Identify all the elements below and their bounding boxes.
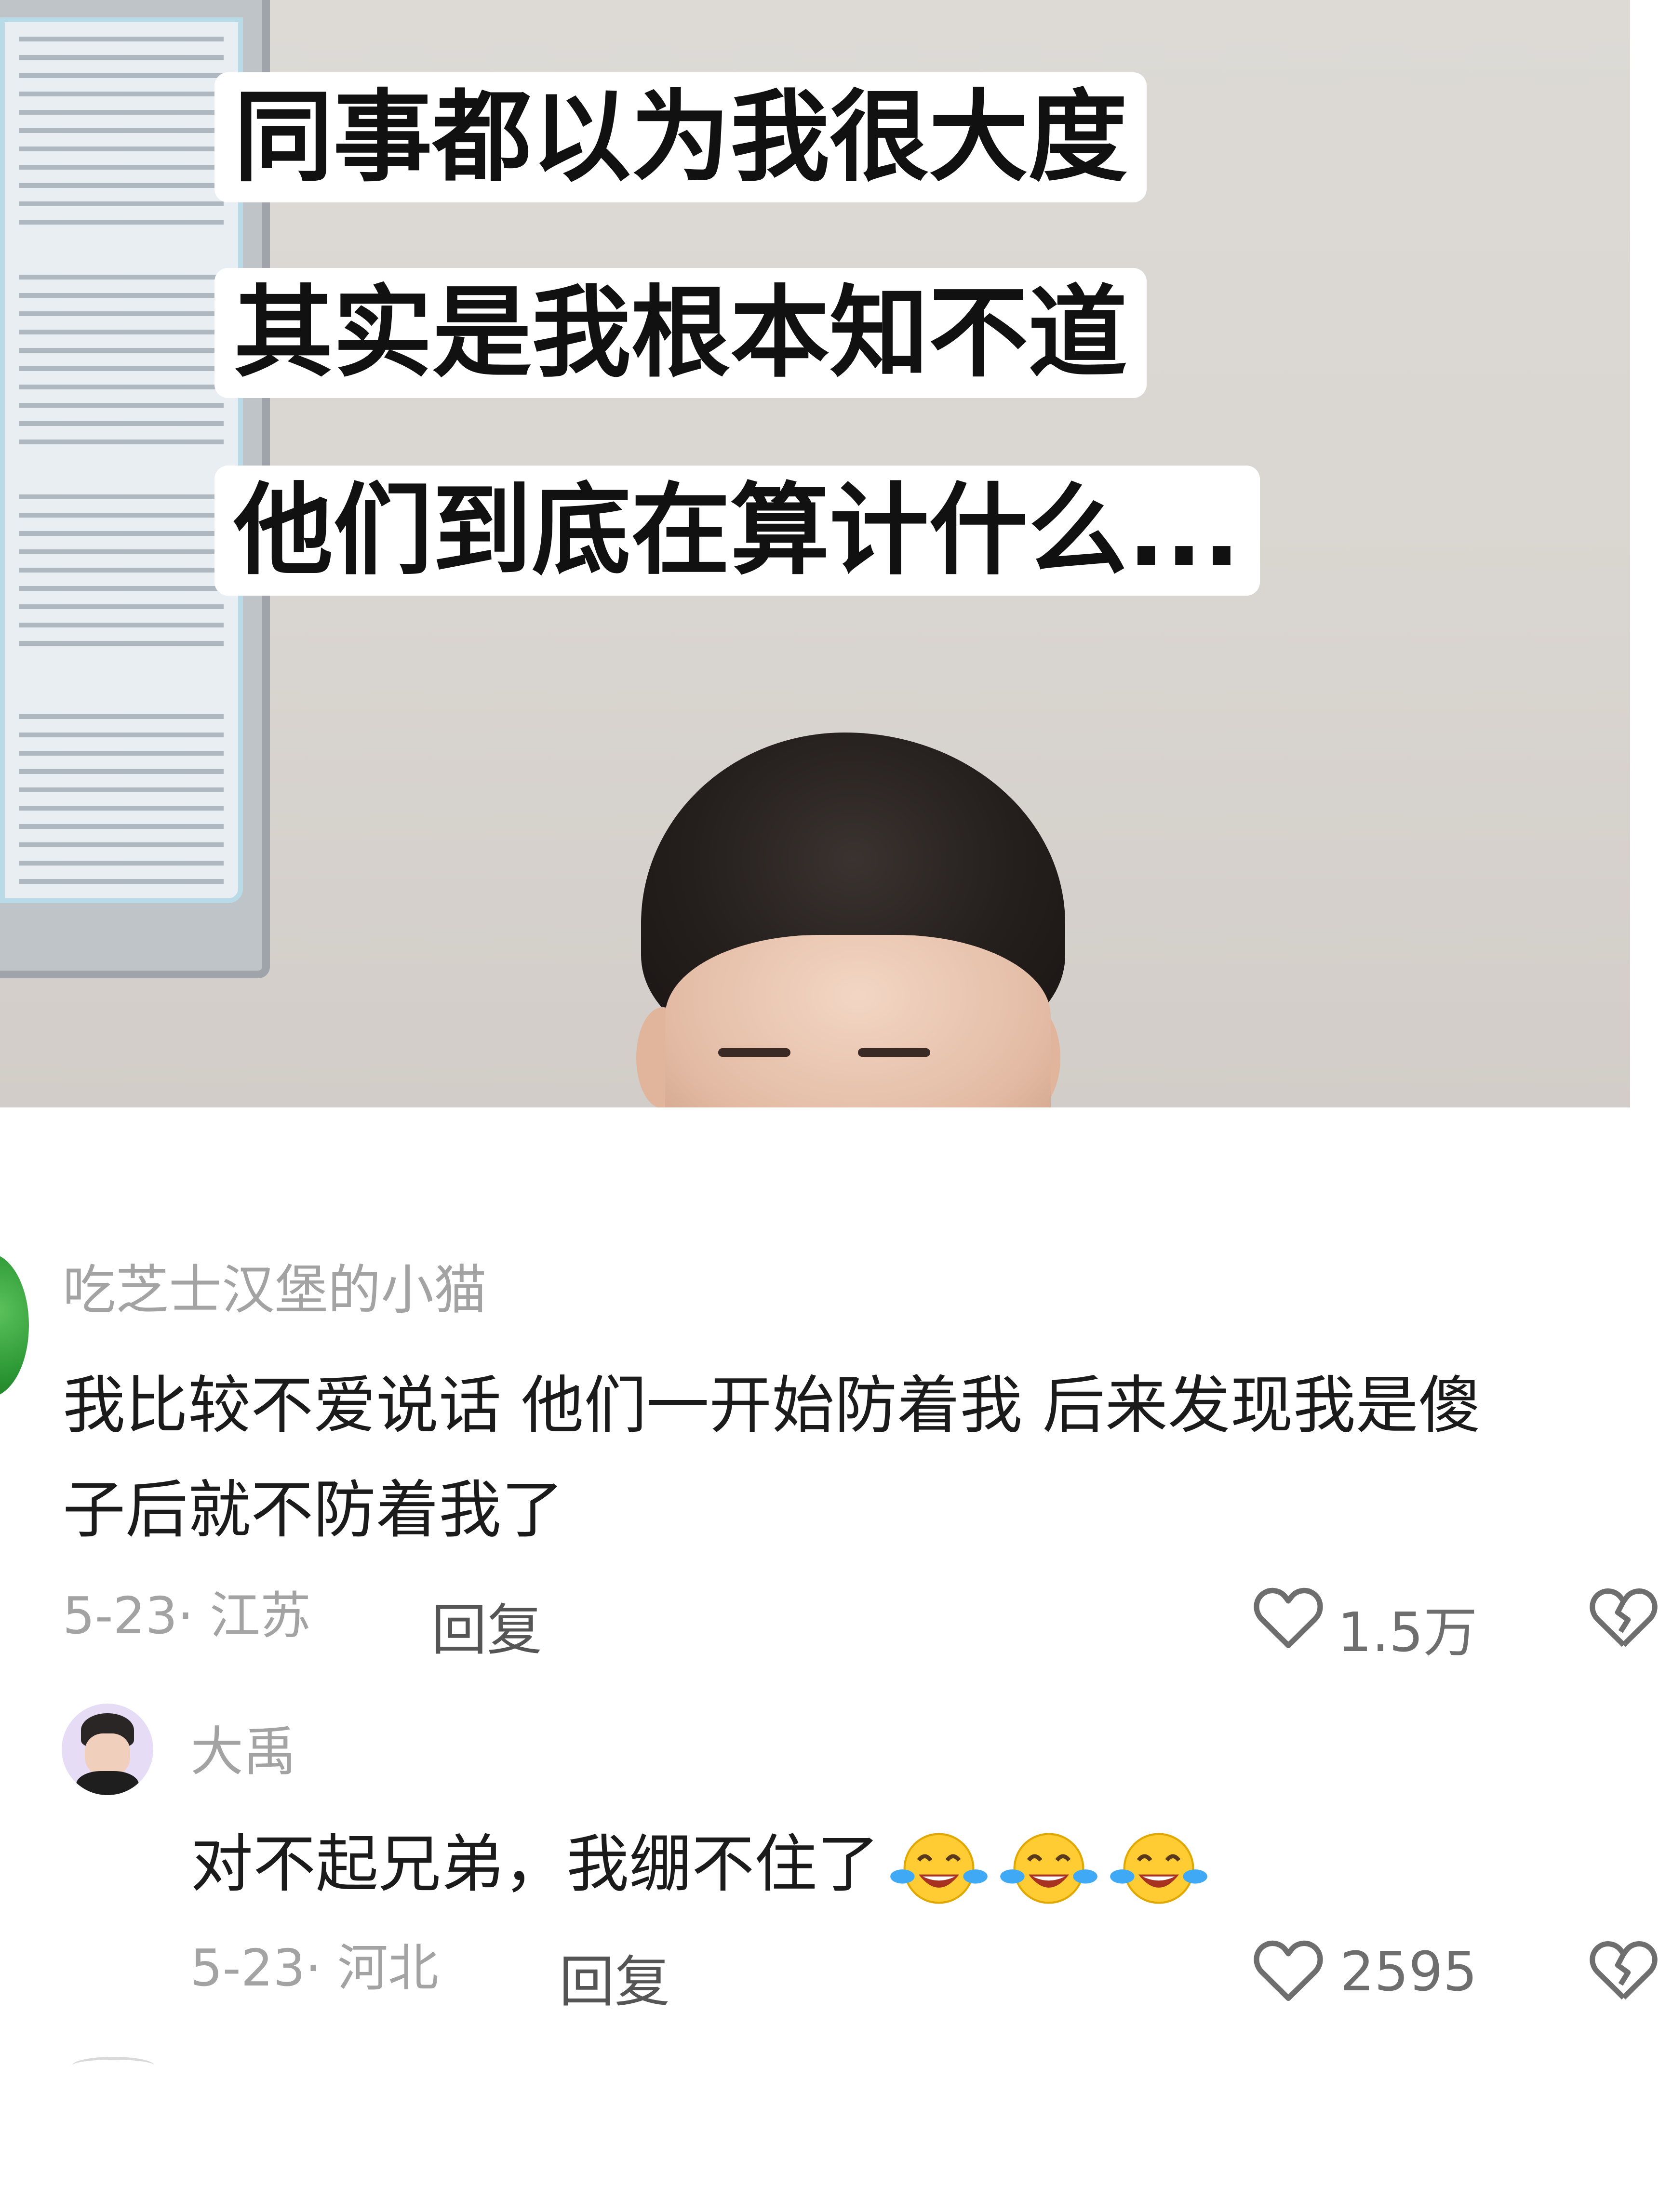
comment-username[interactable]: 吃芝士汉堡的小猫 [63,1259,487,1321]
comment-date-location: 5-23· 河北 [190,1939,439,1998]
reply-button[interactable]: 回复 [431,1586,542,1666]
heart-icon[interactable] [1252,1583,1325,1651]
video-caption-line-2: 其实是我根本知不道 [214,268,1147,398]
comment-text-row: 对不起兄弟，我绷不住了 [190,1807,1209,1921]
reply-button[interactable]: 回复 [559,1937,670,2017]
avatar[interactable] [72,2057,154,2074]
comment-text-continued: 子后就不防着我了 [63,1473,564,1546]
video-frame[interactable]: 同事都以为我很大度 其实是我根本知不道 他们到底在算计什么... [0,0,1630,1107]
comment-date-location: 5-23· 江苏 [63,1586,311,1645]
video-caption-line-3: 他们到底在算计什么... [214,466,1260,596]
avatar[interactable] [0,1253,29,1398]
person-face [665,935,1051,1107]
heart-icon[interactable] [1252,1936,1325,2003]
joy-emoji-icon [1110,1833,1207,1904]
dislike-icon[interactable] [1588,1583,1659,1651]
joy-emoji-icon [890,1833,988,1904]
comment-text: 对不起兄弟，我绷不住了 [190,1827,880,1901]
avatar[interactable] [62,1704,153,1795]
like-count: 1.5万 [1338,1601,1478,1664]
comment-text: 我比较不爱说话 他们一开始防着我 后来发现我是傻 [63,1369,1481,1442]
joy-emoji-icon [1000,1833,1097,1904]
like-count: 2595 [1340,1941,1478,2003]
video-caption-line-1: 同事都以为我很大度 [214,72,1147,202]
dislike-icon[interactable] [1588,1936,1659,2003]
comment-username[interactable]: 大禹 [190,1720,296,1783]
